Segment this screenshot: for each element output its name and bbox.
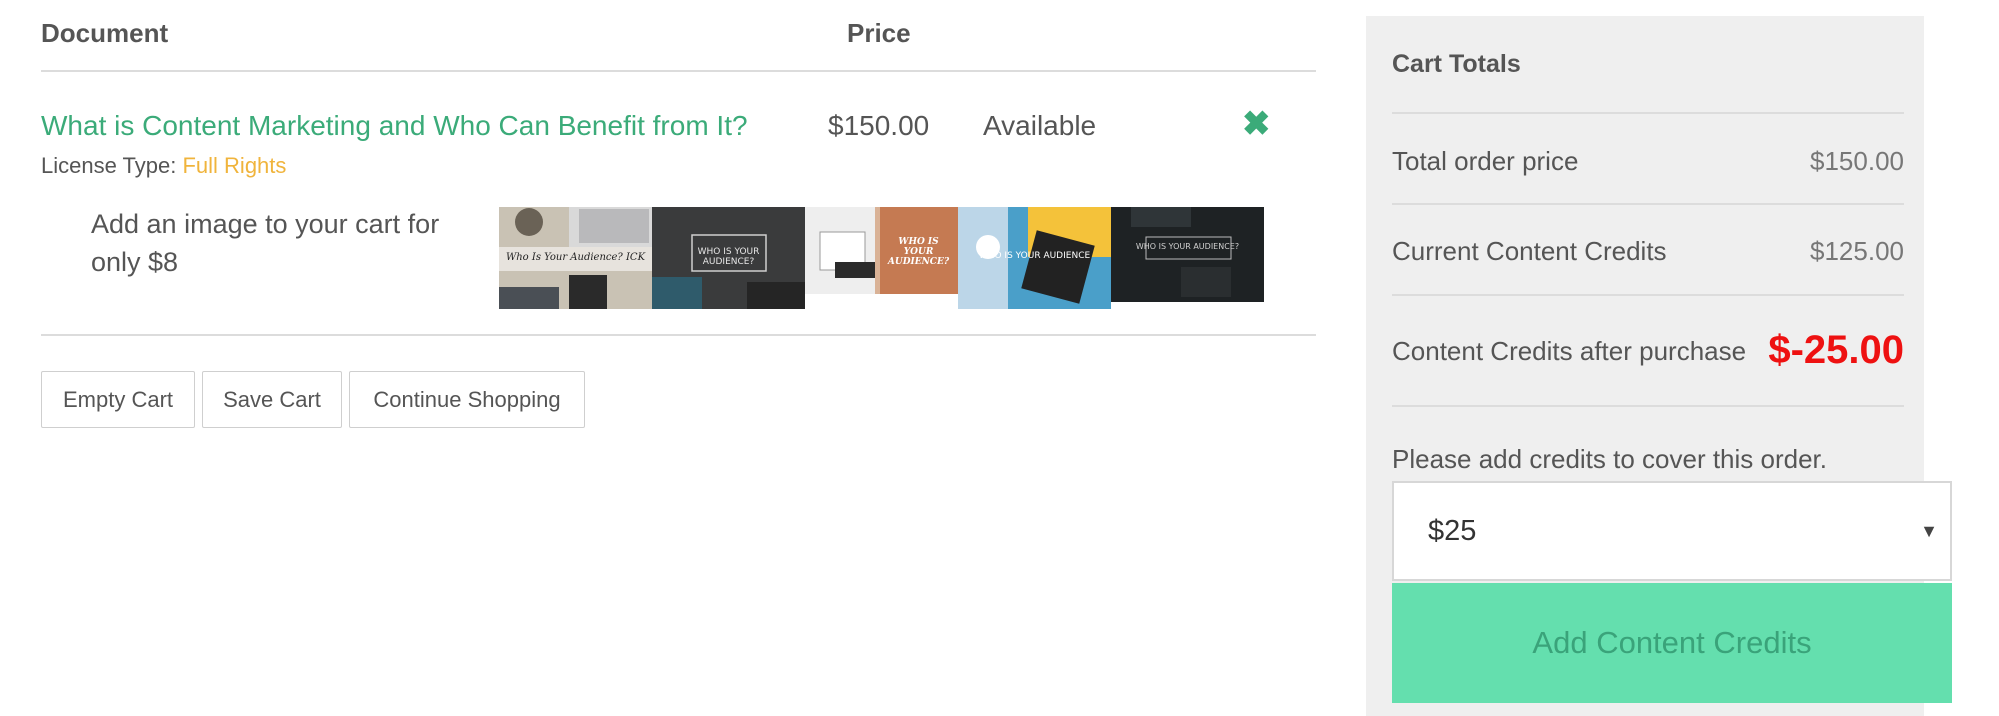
item-price: $150.00 xyxy=(828,110,930,141)
image-thumbnail[interactable]: WHO IS YOUR AUDIENCE? xyxy=(652,207,805,309)
divider xyxy=(1392,112,1904,114)
image-thumbnail[interactable]: WHO IS YOUR AUDIENCE xyxy=(958,207,1111,309)
document-title-link[interactable]: What is Content Marketing and Who Can Be… xyxy=(41,110,748,142)
divider xyxy=(1392,405,1904,407)
empty-cart-button[interactable]: Empty Cart xyxy=(41,371,195,428)
column-header-price: Price xyxy=(847,18,911,48)
total-order-value: $150.00 xyxy=(1810,146,1904,176)
table-divider xyxy=(41,70,1316,72)
thumbnail-caption: WHO IS YOUR AUDIENCE? xyxy=(697,247,760,267)
add-content-credits-button[interactable]: Add Content Credits xyxy=(1392,583,1952,703)
image-thumbnail[interactable]: WHO IS YOUR AUDIENCE? xyxy=(1111,207,1264,302)
table-divider xyxy=(41,334,1316,336)
credit-amount-selected: $25 xyxy=(1428,515,1477,547)
current-credits-label: Current Content Credits xyxy=(1392,236,1667,266)
thumbnail-caption: WHO IS YOUR AUDIENCE? xyxy=(1135,242,1240,251)
divider xyxy=(1392,294,1904,296)
credits-after-purchase-value: $-25.00 xyxy=(1768,328,1904,372)
license-type-value: Full Rights xyxy=(182,153,287,178)
total-order-label: Total order price xyxy=(1392,146,1579,176)
item-status: Available xyxy=(983,110,1097,141)
divider xyxy=(1392,203,1904,205)
credits-after-purchase-label: Content Credits after purchase xyxy=(1392,336,1747,366)
license-type: License Type: Full Rights xyxy=(41,153,286,179)
credit-amount-select[interactable]: $25 ▼ xyxy=(1392,481,1952,581)
thumbnail-image-dark-workspace xyxy=(1111,207,1264,302)
image-upsell-text: Add an image to your cart for only $8 xyxy=(91,209,440,277)
close-icon[interactable]: ✖ xyxy=(1242,104,1271,144)
license-type-label: License Type: xyxy=(41,153,177,178)
continue-shopping-button[interactable]: Continue Shopping xyxy=(349,371,585,428)
add-credits-note: Please add credits to cover this order. xyxy=(1392,444,1828,474)
thumbnail-caption: WHO IS YOUR AUDIENCE? xyxy=(887,237,950,267)
image-thumbnail[interactable]: Who Is Your Audience? ICK xyxy=(499,207,652,309)
thumbnail-caption: WHO IS YOUR AUDIENCE xyxy=(978,251,1091,261)
save-cart-button[interactable]: Save Cart xyxy=(202,371,342,428)
chevron-down-icon: ▼ xyxy=(1920,521,1938,541)
cart-totals-panel: Cart Totals Total order price $150.00 Cu… xyxy=(1366,16,1952,716)
cart-totals-title: Cart Totals xyxy=(1392,50,1521,78)
image-thumbnail[interactable]: WHO IS YOUR AUDIENCE? xyxy=(805,207,958,294)
column-header-document: Document xyxy=(41,18,169,48)
thumbnail-caption: Who Is Your Audience? ICK xyxy=(505,252,646,263)
current-credits-value: $125.00 xyxy=(1810,236,1904,266)
